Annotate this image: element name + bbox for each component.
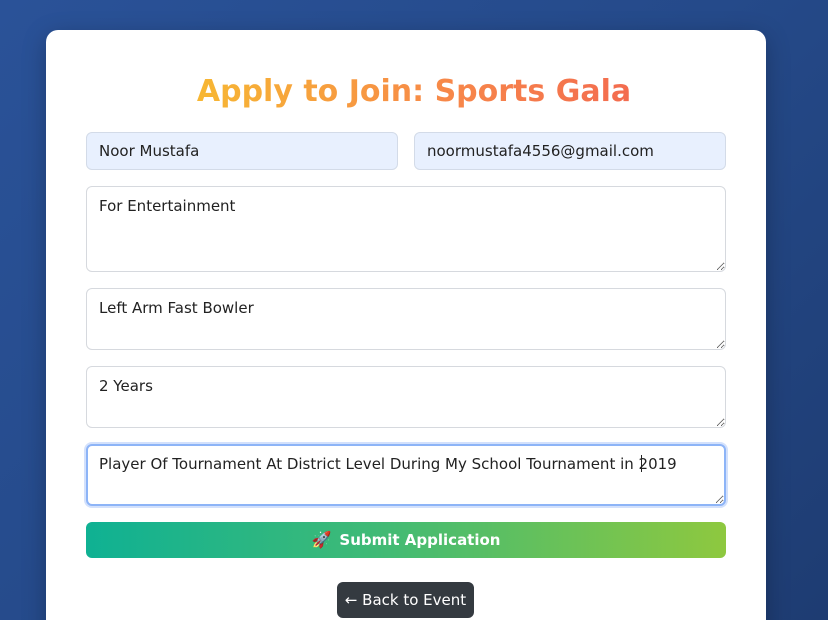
reason-textarea[interactable]: For Entertainment <box>86 186 726 272</box>
rocket-icon: 🚀 <box>311 530 332 549</box>
back-to-event-button[interactable]: ← Back to Event <box>337 582 474 618</box>
page-title-text: Apply to Join: Sports Gala <box>196 74 632 109</box>
role-textarea[interactable]: Left Arm Fast Bowler <box>86 288 726 350</box>
submit-button-label: Submit Application <box>339 531 501 549</box>
name-input[interactable] <box>86 132 398 170</box>
text-cursor <box>641 455 642 472</box>
experience-textarea[interactable]: 2 Years <box>86 366 726 428</box>
achievements-textarea[interactable]: Player Of Tournament At District Level D… <box>86 444 726 506</box>
submit-application-button[interactable]: 🚀 Submit Application <box>86 522 726 558</box>
page-title: Apply to Join: Sports Gala <box>0 72 828 112</box>
email-input[interactable] <box>414 132 726 170</box>
back-button-label: ← Back to Event <box>344 591 467 609</box>
